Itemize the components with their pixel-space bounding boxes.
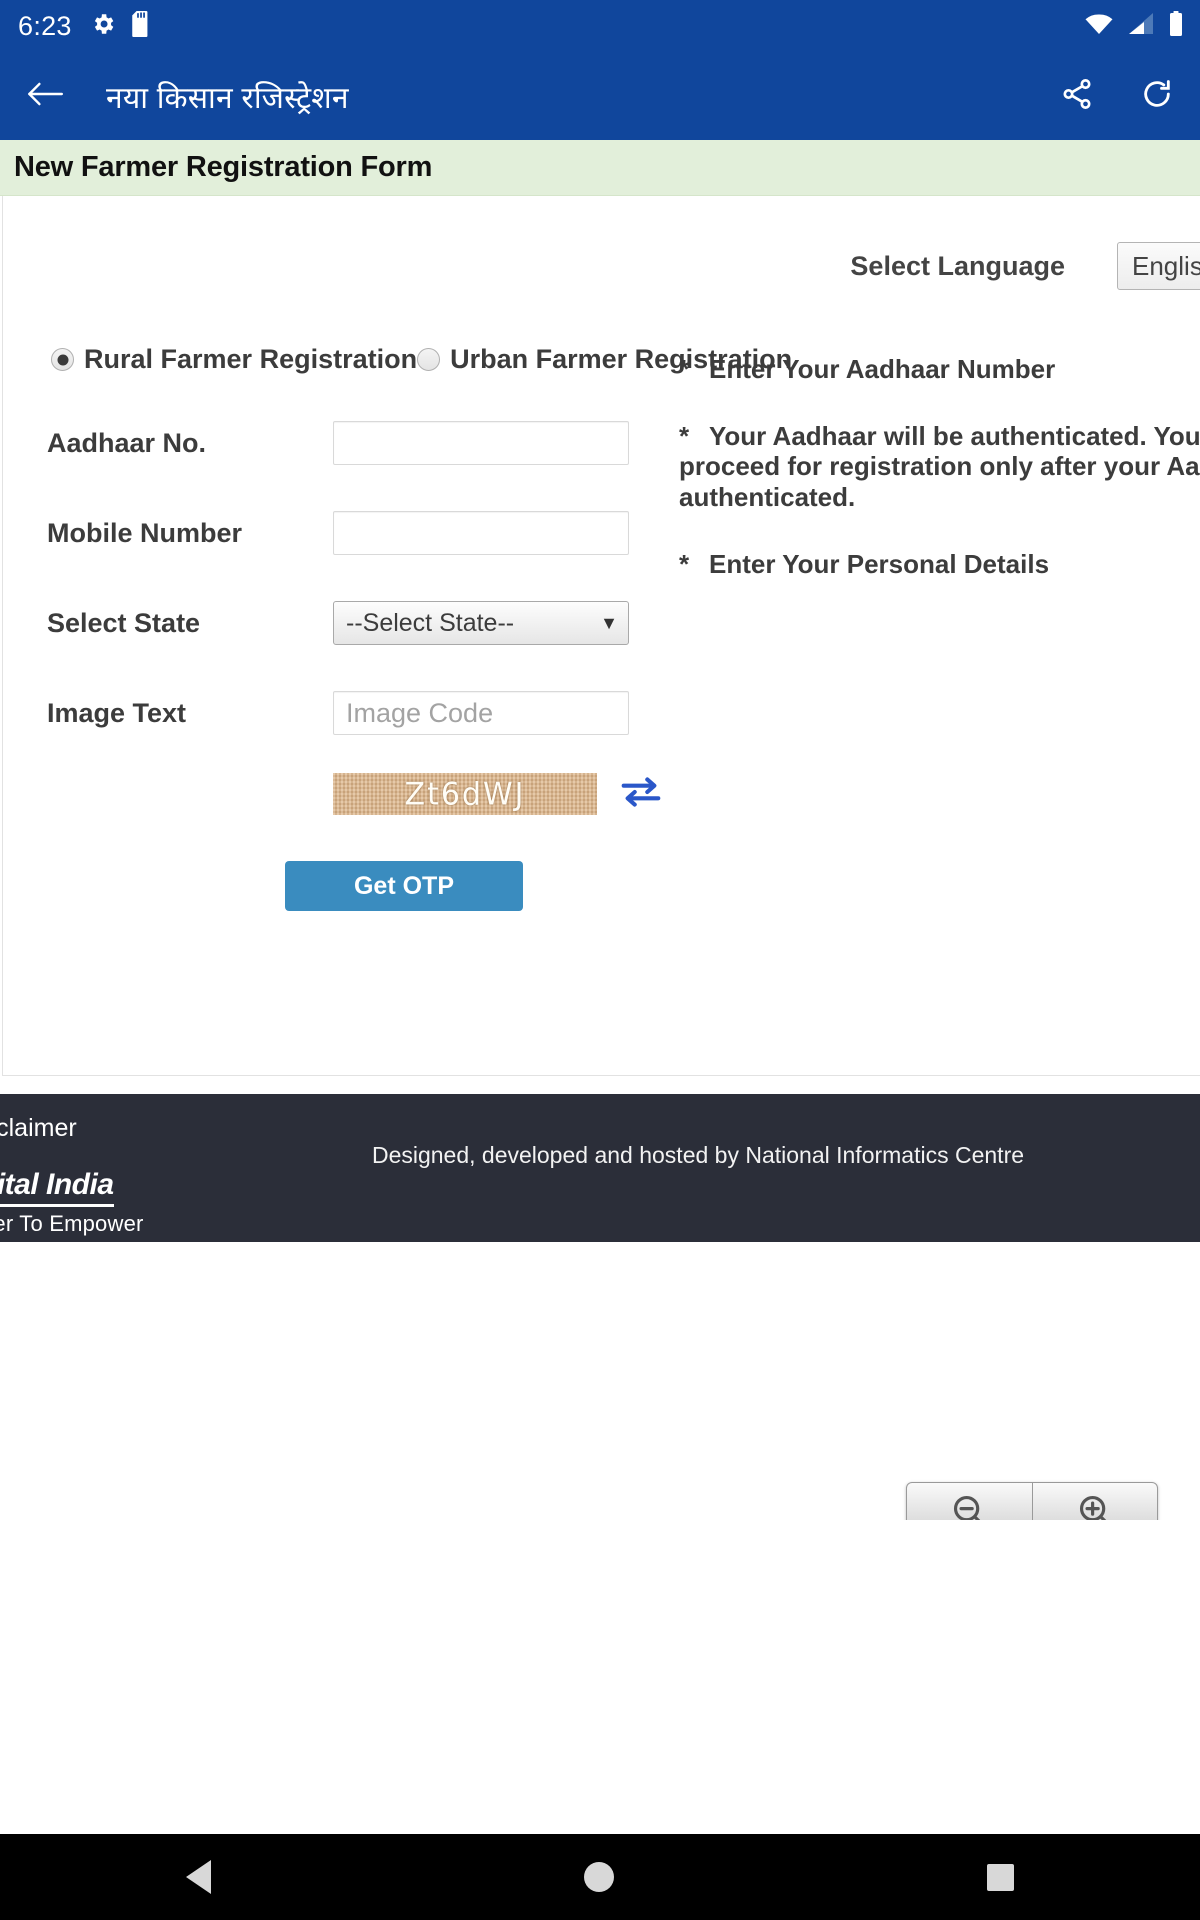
- status-bar-clock: 6:23: [18, 10, 72, 41]
- back-arrow-icon[interactable]: [26, 79, 64, 114]
- page-title: New Farmer Registration Form: [14, 151, 433, 183]
- state-select[interactable]: --Select State-- ▼: [333, 601, 629, 645]
- aadhaar-label: Aadhaar No.: [47, 427, 207, 458]
- nav-recents-icon[interactable]: [986, 1863, 1014, 1891]
- language-selected-value: English: [1132, 250, 1200, 281]
- digital-india-name: Digital India: [0, 1168, 114, 1207]
- refresh-icon[interactable]: [1140, 77, 1174, 116]
- radio-urban-farmer[interactable]: [417, 348, 441, 371]
- form-left-column: Rural Farmer Registration Urban Farmer R…: [3, 344, 792, 911]
- page-footer: Disclaimer Designed, developed and hoste…: [0, 1094, 1200, 1242]
- state-label: Select State: [47, 607, 201, 638]
- field-row-image-text: Image Text Image Code: [3, 691, 663, 735]
- note-bullet: *: [679, 420, 690, 451]
- app-bar: नया किसान रजिस्ट्रेशन: [0, 52, 1200, 140]
- registration-type-group: Rural Farmer Registration Urban Farmer R…: [3, 344, 792, 375]
- webview-content: New Farmer Registration Form Select Lang…: [0, 140, 1200, 1520]
- note-text-3: Enter Your Personal Details: [709, 548, 1050, 579]
- form-right-column: * Enter Your Aadhaar Number * Your Aadhaar…: [663, 344, 1200, 911]
- radio-rural-farmer-label: Rural Farmer Registration: [84, 344, 418, 374]
- sd-card-icon: [132, 10, 152, 42]
- radio-rural-farmer[interactable]: [51, 348, 74, 371]
- field-row-mobile: Mobile Number: [3, 511, 663, 555]
- image-text-placeholder: Image Code: [346, 697, 494, 728]
- note-text-1: Enter Your Aadhaar Number: [709, 354, 1056, 384]
- note-bullet: *: [679, 548, 690, 579]
- submit-row: Get OTP: [3, 861, 663, 911]
- gear-icon: [90, 11, 116, 42]
- aadhaar-input[interactable]: [333, 421, 629, 465]
- app-bar-title: नया किसान रजिस्ट्रेशन: [106, 81, 349, 115]
- note-item-3: * Enter Your Personal Details: [679, 549, 1200, 580]
- footer-credit-text: Designed, developed and hosted by Nation…: [371, 1142, 1025, 1168]
- image-text-input[interactable]: Image Code: [333, 691, 629, 735]
- note-item-2: * Your Aadhaar will be authenticated. You…: [679, 421, 1200, 513]
- disclaimer-link[interactable]: Disclaimer: [0, 1114, 77, 1143]
- wifi-icon: [1084, 12, 1114, 41]
- page-heading-bar: New Farmer Registration Form: [0, 140, 1200, 196]
- digital-india-logo: Digital India Power To Empower: [0, 1168, 144, 1237]
- refresh-captcha-icon[interactable]: [619, 774, 663, 815]
- note-text-2: Your Aadhaar will be authenticated. You …: [679, 420, 1200, 513]
- registration-form-card: Select Language English Rural Farmer Reg…: [2, 196, 1200, 1076]
- get-otp-button[interactable]: Get OTP: [285, 861, 523, 911]
- mobile-label: Mobile Number: [47, 517, 243, 548]
- note-item-1: * Enter Your Aadhaar Number: [679, 354, 1200, 385]
- nav-back-icon[interactable]: [186, 1860, 212, 1894]
- captcha-row: Zt6dWJ: [3, 773, 663, 815]
- android-status-bar: 6:23: [0, 0, 1200, 52]
- field-row-state: Select State --Select State-- ▼: [3, 601, 663, 645]
- language-row: Select Language English: [3, 196, 1200, 290]
- cellular-signal-icon: [1127, 12, 1155, 41]
- language-label: Select Language: [850, 250, 1065, 281]
- state-selected-value: --Select State--: [346, 608, 515, 637]
- field-row-aadhaar: Aadhaar No.: [3, 421, 663, 465]
- digital-india-tagline: Power To Empower: [0, 1211, 144, 1236]
- mobile-input[interactable]: [333, 511, 629, 555]
- chevron-down-icon: ▼: [600, 612, 618, 633]
- language-select[interactable]: English: [1117, 242, 1200, 290]
- android-nav-bar: [0, 1834, 1200, 1920]
- zoom-out-icon[interactable]: [907, 1483, 1032, 1520]
- note-bullet: *: [679, 354, 690, 384]
- image-text-label: Image Text: [47, 697, 187, 728]
- battery-icon: [1168, 10, 1184, 42]
- zoom-controls[interactable]: [906, 1482, 1158, 1520]
- nav-home-icon[interactable]: [583, 1862, 614, 1892]
- zoom-in-icon[interactable]: [1031, 1483, 1158, 1520]
- captcha-text: Zt6dWJ: [404, 775, 526, 813]
- captcha-image: Zt6dWJ: [333, 773, 597, 815]
- share-icon[interactable]: [1060, 77, 1094, 116]
